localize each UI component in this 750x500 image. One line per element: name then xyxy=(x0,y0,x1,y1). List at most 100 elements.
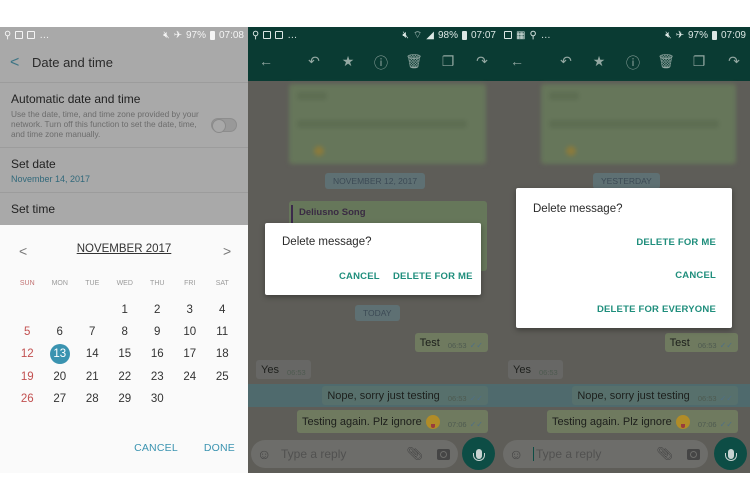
message-bubble[interactable]: Yes 06:53 xyxy=(508,360,563,379)
copy-icon[interactable]: ❐ xyxy=(690,53,708,70)
calendar-day[interactable]: 18 xyxy=(212,344,232,364)
calendar-day[interactable]: 22 xyxy=(115,367,135,387)
next-month-chevron-icon[interactable]: > xyxy=(223,243,231,259)
message-time: 06:53 xyxy=(538,367,558,377)
calendar-day[interactable]: 29 xyxy=(115,389,135,409)
chat-screen-2: ▦ ⚲ … 🔇︎ ✈ 97% 07:09 ← ↶ ★ ⓘ 🗑︎ ❐ ↷ YEST… xyxy=(500,27,750,473)
reply-icon[interactable]: ↶ xyxy=(305,53,323,70)
emoji-icon[interactable]: ☺ xyxy=(509,446,527,462)
calendar-day[interactable]: 27 xyxy=(50,389,70,409)
status-bar: ⚲ … 🔇︎ ✈ 97% 07:08 xyxy=(0,27,248,43)
delete-message-dialog: Delete message? CANCEL DELETE FOR ME xyxy=(265,223,481,295)
attach-icon[interactable]: 📎︎ xyxy=(656,446,673,462)
done-button[interactable]: DONE xyxy=(204,442,235,454)
message-input[interactable]: Type a reply xyxy=(281,447,406,461)
calendar-day[interactable]: 6 xyxy=(50,322,70,342)
settings-dimmed-area: ⚲ … 🔇︎ ✈ 97% 07:08 < Date and time Autom… xyxy=(0,27,248,225)
calendar-day[interactable]: 2 xyxy=(147,300,167,320)
info-icon[interactable]: ⓘ xyxy=(372,53,390,73)
clock: 07:09 xyxy=(720,29,746,41)
forward-icon[interactable]: ↷ xyxy=(473,53,491,70)
cancel-button[interactable]: CANCEL xyxy=(339,271,380,282)
calendar-day[interactable]: 14 xyxy=(82,344,102,364)
calendar-day-selected[interactable]: 13 xyxy=(49,344,70,365)
airplane-icon: ✈ xyxy=(675,29,684,41)
delete-for-me-button[interactable]: DELETE FOR ME xyxy=(393,271,473,282)
message-bubble-selected[interactable]: Nope, sorry just testing 06:53 ✓✓ xyxy=(572,386,738,405)
set-date-row[interactable]: Set date November 14, 2017 xyxy=(0,148,248,193)
message-time: 06:53 xyxy=(447,340,467,350)
message-time: 06:53 xyxy=(447,393,467,403)
calendar-day[interactable]: 1 xyxy=(115,300,135,320)
calendar-day[interactable]: 23 xyxy=(147,367,167,387)
calendar-day[interactable]: 5 xyxy=(17,322,37,342)
set-time-row[interactable]: Set time xyxy=(0,193,248,224)
weekday-label: TUE xyxy=(85,280,100,287)
info-icon[interactable]: ⓘ xyxy=(624,53,642,73)
battery-icon xyxy=(209,30,215,40)
calendar-day[interactable]: 26 xyxy=(17,389,37,409)
camera-icon[interactable] xyxy=(437,448,450,460)
voice-record-button[interactable] xyxy=(462,437,495,470)
calendar-day[interactable]: 8 xyxy=(115,322,135,342)
calendar-day[interactable]: 17 xyxy=(180,344,200,364)
star-icon[interactable]: ★ xyxy=(590,53,608,70)
calendar-day[interactable]: 25 xyxy=(212,367,232,387)
mute-icon: 🔇︎ xyxy=(163,29,170,41)
message-bubble[interactable]: Test 06:53 ✓✓ xyxy=(664,333,738,352)
message-bubble[interactable]: Testing again. Plz ignore 07:06 ✓✓ xyxy=(546,410,738,433)
delete-for-everyone-button[interactable]: DELETE FOR EVERYONE xyxy=(597,304,716,315)
calendar-day[interactable]: 11 xyxy=(212,322,232,342)
chat-top-bar: ⚲ … 🔇︎ ⌔ ◢ 98% 07:07 ← ↶ ★ ⓘ 🗑︎ ❐ ↷ xyxy=(248,27,500,81)
back-arrow-icon[interactable]: ← xyxy=(508,53,526,69)
forward-icon[interactable]: ↷ xyxy=(725,53,743,70)
message-text: Yes xyxy=(261,363,279,376)
input-placeholder: Type a reply xyxy=(536,446,602,461)
message-input[interactable]: Type a reply xyxy=(533,447,656,462)
message-bubble[interactable]: Testing again. Plz ignore 07:06 ✓✓ xyxy=(296,410,488,433)
emoji-icon[interactable]: ☺ xyxy=(257,446,275,462)
back-arrow-icon[interactable]: ← xyxy=(257,53,275,69)
cancel-button[interactable]: CANCEL xyxy=(134,442,178,454)
calendar-day[interactable]: 16 xyxy=(147,344,167,364)
calendar-day[interactable]: 3 xyxy=(180,300,200,320)
chat-screen-1: ⚲ … 🔇︎ ⌔ ◢ 98% 07:07 ← ↶ ★ ⓘ 🗑︎ ❐ ↷ NOVE… xyxy=(248,27,500,473)
month-label[interactable]: NOVEMBER 2017 xyxy=(0,243,248,255)
usb-icon: ⚲ xyxy=(529,29,537,41)
back-chevron-icon[interactable]: < xyxy=(10,54,32,72)
calendar-day[interactable]: 9 xyxy=(147,322,167,342)
tongue-face-emoji-icon xyxy=(425,414,440,429)
calendar-day[interactable]: 4 xyxy=(212,300,232,320)
calendar-day[interactable]: 28 xyxy=(82,389,102,409)
automatic-date-time-toggle[interactable] xyxy=(211,118,237,133)
calendar-day[interactable]: 19 xyxy=(17,367,37,387)
message-bubble[interactable]: Test 06:53 ✓✓ xyxy=(414,333,488,352)
calendar-day[interactable]: 24 xyxy=(180,367,200,387)
camera-icon[interactable] xyxy=(687,448,700,460)
automatic-date-time-row[interactable]: Automatic date and time Use the date, ti… xyxy=(0,83,248,148)
delete-icon[interactable]: 🗑︎ xyxy=(405,53,423,70)
calendar-day[interactable]: 10 xyxy=(180,322,200,342)
mute-icon: 🔇︎ xyxy=(665,29,672,41)
read-ticks-icon: ✓✓ xyxy=(469,393,483,403)
date-chip: NOVEMBER 12, 2017 xyxy=(325,173,426,189)
row-title: Automatic date and time xyxy=(11,92,141,106)
calendar-day[interactable]: 15 xyxy=(115,344,135,364)
calendar-day[interactable]: 21 xyxy=(82,367,102,387)
calendar-day[interactable]: 7 xyxy=(82,322,102,342)
copy-icon[interactable]: ❐ xyxy=(439,53,457,70)
attach-icon[interactable]: 📎︎ xyxy=(406,446,423,462)
voice-record-button[interactable] xyxy=(714,437,747,470)
message-bubble[interactable]: Yes 06:53 xyxy=(256,360,311,379)
cancel-button[interactable]: CANCEL xyxy=(675,270,716,281)
reply-icon[interactable]: ↶ xyxy=(557,53,575,70)
calendar-day[interactable]: 30 xyxy=(147,389,167,409)
calendar-day[interactable]: 20 xyxy=(50,367,70,387)
delete-for-me-button[interactable]: DELETE FOR ME xyxy=(636,237,716,248)
weekday-label: WED xyxy=(116,280,133,287)
message-bubble-selected[interactable]: Nope, sorry just testing 06:53 ✓✓ xyxy=(322,386,488,405)
calendar-day[interactable]: 12 xyxy=(17,344,37,364)
status-bar: ⚲ … 🔇︎ ⌔ ◢ 98% 07:07 xyxy=(248,27,500,43)
delete-icon[interactable]: 🗑︎ xyxy=(657,53,675,70)
star-icon[interactable]: ★ xyxy=(339,53,357,70)
